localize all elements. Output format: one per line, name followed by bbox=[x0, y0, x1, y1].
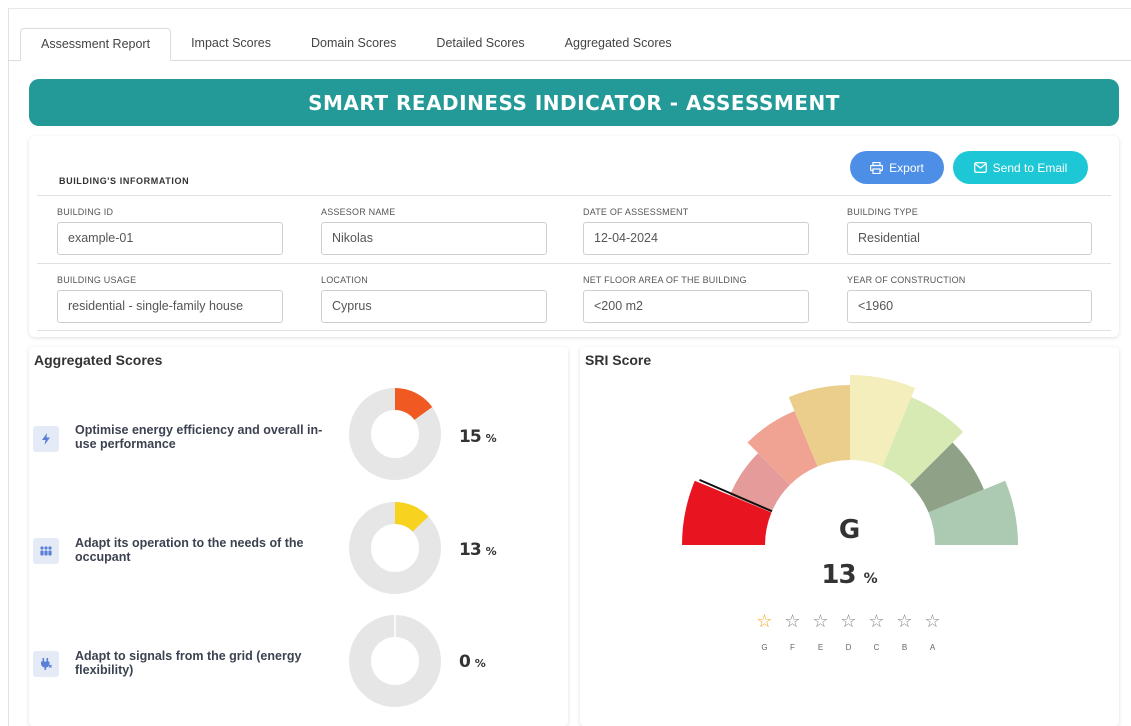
class-label: G bbox=[761, 643, 768, 652]
tab-aggregated-scores[interactable]: Aggregated Scores bbox=[545, 28, 692, 61]
printer-icon bbox=[870, 161, 884, 174]
sri-score-card: SRI Score G 13 % ☆ ☆ ☆ ☆ ☆ ☆ ☆ G F E D C B A bbox=[580, 347, 1119, 726]
class-label: C bbox=[873, 643, 880, 652]
class-label: A bbox=[929, 643, 936, 652]
occupant-needs-value: 13 bbox=[459, 540, 482, 560]
occupant-needs-donut bbox=[349, 502, 441, 594]
export-button[interactable]: Export bbox=[850, 151, 944, 184]
energy-efficiency-percent: 15 % bbox=[459, 427, 497, 447]
percent-unit: % bbox=[474, 657, 486, 670]
sri-score-title: SRI Score bbox=[585, 352, 652, 368]
banner-title: SMART READINESS INDICATOR - ASSESSMENT bbox=[308, 90, 840, 115]
objective-label-occupant: Adapt its operation to the needs of the … bbox=[75, 536, 304, 564]
star-icon: ☆ bbox=[784, 611, 801, 631]
energy-efficiency-value: 15 bbox=[459, 427, 482, 447]
building-id-label: BUILDING ID bbox=[57, 207, 114, 217]
net-floor-area-field[interactable]: <200 m2 bbox=[583, 290, 809, 323]
objective-label-energy: Optimise energy efficiency and overall i… bbox=[75, 423, 323, 451]
plug-icon bbox=[33, 651, 59, 677]
sri-grade: G bbox=[838, 515, 861, 545]
star-icon: ☆ bbox=[896, 611, 913, 631]
info-divider-3 bbox=[37, 330, 1111, 331]
net-floor-area-label: NET FLOOR AREA OF THE BUILDING bbox=[583, 275, 747, 285]
lightning-icon bbox=[33, 426, 59, 452]
class-label: E bbox=[817, 643, 824, 652]
send-to-email-button[interactable]: Send to Email bbox=[953, 151, 1088, 184]
people-icon bbox=[33, 538, 59, 564]
tab-impact-scores[interactable]: Impact Scores bbox=[171, 28, 291, 61]
star-icon: ☆ bbox=[868, 611, 885, 631]
date-of-assessment-field[interactable]: 12-04-2024 bbox=[583, 222, 809, 255]
tab-detailed-scores[interactable]: Detailed Scores bbox=[416, 28, 544, 61]
aggregated-scores-title: Aggregated Scores bbox=[34, 352, 163, 368]
location-field[interactable]: Cyprus bbox=[321, 290, 547, 323]
star-icon: ☆ bbox=[756, 611, 773, 631]
grid-flexibility-donut bbox=[349, 615, 441, 707]
percent-unit: % bbox=[485, 432, 497, 445]
send-to-email-label: Send to Email bbox=[992, 160, 1068, 175]
building-info-card: BUILDING'S INFORMATION Export Send to Em… bbox=[29, 136, 1119, 337]
aggregated-scores-card: Aggregated Scores Optimise energy effici… bbox=[29, 347, 568, 726]
year-of-construction-label: YEAR OF CONSTRUCTION bbox=[847, 275, 966, 285]
energy-efficiency-donut bbox=[349, 388, 441, 480]
donut-arc bbox=[394, 388, 433, 421]
star-icon: ☆ bbox=[924, 611, 941, 631]
assessor-name-field[interactable]: Nikolas bbox=[321, 222, 547, 255]
tab-domain-scores[interactable]: Domain Scores bbox=[291, 28, 416, 61]
location-label: LOCATION bbox=[321, 275, 368, 285]
percent-unit: % bbox=[485, 545, 497, 558]
envelope-icon bbox=[973, 162, 987, 173]
star-icon: ☆ bbox=[840, 611, 857, 631]
title-banner: SMART READINESS INDICATOR - ASSESSMENT bbox=[29, 79, 1119, 126]
page: Assessment Report Impact Scores Domain S… bbox=[0, 0, 1131, 726]
export-label: Export bbox=[889, 160, 924, 175]
date-of-assessment-label: DATE OF ASSESSMENT bbox=[583, 207, 689, 217]
building-info-title: BUILDING'S INFORMATION bbox=[59, 176, 190, 186]
star-icon: ☆ bbox=[812, 611, 829, 631]
assessor-name-label: ASSESOR NAME bbox=[321, 207, 396, 217]
class-label: F bbox=[790, 643, 795, 652]
occupant-needs-percent: 13 % bbox=[459, 540, 497, 560]
sri-percent: 13 % bbox=[580, 560, 1119, 590]
grid-flexibility-value: 0 bbox=[459, 652, 471, 672]
class-label: D bbox=[845, 643, 852, 652]
left-rule bbox=[8, 8, 9, 726]
class-labels: GFEDCBA bbox=[754, 643, 943, 652]
tab-assessment-report[interactable]: Assessment Report bbox=[20, 28, 172, 61]
sri-value: 13 bbox=[821, 560, 856, 590]
building-type-label: BUILDING TYPE bbox=[847, 207, 918, 217]
class-label: B bbox=[901, 643, 908, 652]
year-of-construction-field[interactable]: <1960 bbox=[847, 290, 1092, 323]
top-rule bbox=[8, 8, 1131, 9]
building-usage-field[interactable]: residential - single-family house bbox=[57, 290, 283, 323]
sri-unit: % bbox=[863, 571, 878, 587]
tab-bar: Assessment Report Impact Scores Domain S… bbox=[20, 28, 692, 61]
class-stars: ☆ ☆ ☆ ☆ ☆ ☆ ☆ bbox=[754, 611, 943, 631]
building-type-field[interactable]: Residential bbox=[847, 222, 1092, 255]
donut-arc bbox=[394, 502, 429, 533]
building-id-field[interactable]: example-01 bbox=[57, 222, 283, 255]
objective-label-grid: Adapt to signals from the grid (energy f… bbox=[75, 649, 302, 677]
building-usage-label: BUILDING USAGE bbox=[57, 275, 137, 285]
info-divider-1 bbox=[37, 195, 1111, 196]
grid-flexibility-percent: 0 % bbox=[459, 652, 486, 672]
info-divider-2 bbox=[37, 263, 1111, 264]
